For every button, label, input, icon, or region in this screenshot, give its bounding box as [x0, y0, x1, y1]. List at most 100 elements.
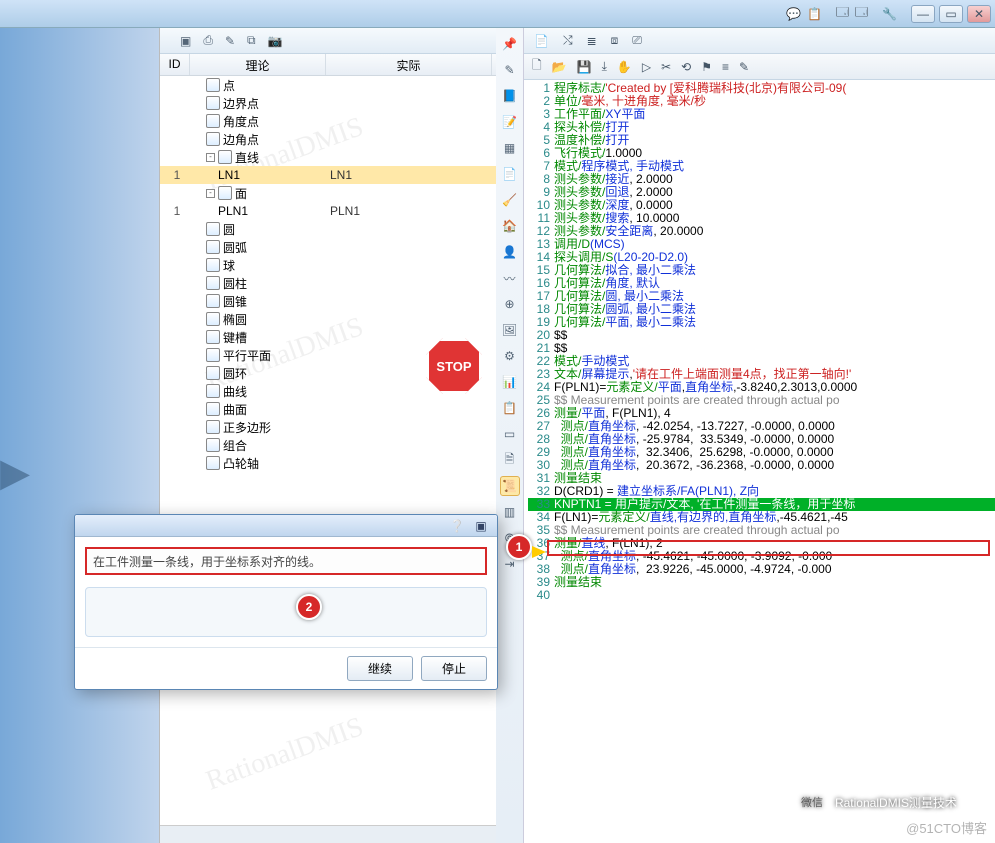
tool-icon[interactable]: ⧉ [247, 33, 256, 48]
run-icon[interactable]: ▷ [642, 60, 651, 74]
code-line[interactable]: 39测量结束 [528, 576, 995, 589]
apt-icon [206, 114, 220, 128]
tree-row[interactable]: -直线 [160, 148, 496, 166]
tree-row[interactable]: 正多边形 [160, 418, 496, 436]
tool-icon[interactable]: 📋 [807, 7, 822, 21]
dialog-titlebar[interactable]: ❔ ▣ [75, 515, 497, 537]
tool-icon[interactable]: 🖼 [500, 320, 520, 340]
tool-icon[interactable]: ⎙ [203, 33, 213, 48]
feature-tree-pane: ▣ ⎙ ✎ ⧉ 📷 ID 理论 实际 点边界点角度点边角点-直线1LN1LN1-… [160, 28, 496, 843]
ci-icon [206, 222, 220, 236]
tree-row[interactable]: 组合 [160, 436, 496, 454]
tree-row[interactable]: 椭圆 [160, 310, 496, 328]
tool-icon[interactable]: 👤 [500, 242, 520, 262]
tree-toolbar: ▣ ⎙ ✎ ⧉ 📷 [160, 28, 496, 54]
new-icon[interactable]: 🗋 [532, 56, 542, 77]
tool-icon[interactable]: ▥ [500, 502, 520, 522]
annotation-arrow [532, 546, 546, 558]
code-line[interactable]: 20$$ [528, 329, 995, 342]
code-editor[interactable]: 1程序标志/'Created by [爱科腾瑞科技(北京)有限公司-09(2单位… [524, 80, 995, 843]
to-icon [206, 366, 220, 380]
code-line[interactable]: 19几何算法/平面, 最小二乘法 [528, 316, 995, 329]
tree-row[interactable]: 1PLN1PLN1 [160, 202, 496, 220]
open-icon[interactable]: 📂 [552, 60, 567, 74]
tree-row[interactable]: 圆柱 [160, 274, 496, 292]
flag-icon[interactable]: ⚑ [701, 60, 712, 74]
tree-row[interactable]: 圆 [160, 220, 496, 238]
tool-icon[interactable]: ⊕ [500, 294, 520, 314]
minimize-button[interactable]: — [911, 5, 935, 23]
maximize-button[interactable]: ▭ [939, 5, 963, 23]
pin-icon[interactable]: 📌 [500, 34, 520, 54]
title-bar: 💬 📋 🗔 🗔 🔧 — ▭ ✕ [0, 0, 995, 28]
ca-icon [206, 456, 220, 470]
tool-icon[interactable]: 🗎 [500, 450, 520, 470]
tool-icon[interactable]: 📝 [500, 112, 520, 132]
co-icon [206, 294, 220, 308]
tool-icon[interactable]: 📊 [500, 372, 520, 392]
edit-icon[interactable]: ✎ [739, 60, 749, 74]
cut-icon[interactable]: ✂ [661, 60, 671, 74]
tree-row[interactable]: 点 [160, 76, 496, 94]
col-actual[interactable]: 实际 [326, 54, 492, 75]
scrollbar[interactable] [160, 825, 496, 843]
tool-icon[interactable]: 🗔 [836, 3, 849, 24]
cv-icon [206, 384, 220, 398]
tool-icon[interactable]: 💬 [786, 7, 801, 21]
dialog-input-area[interactable] [85, 587, 487, 637]
cube-icon[interactable]: ▣ [180, 34, 191, 48]
tool-icon[interactable]: 📘 [500, 86, 520, 106]
sp-icon [206, 258, 220, 272]
stop-button[interactable]: 停止 [421, 656, 487, 681]
feature-tree[interactable]: 点边界点角度点边角点-直线1LN1LN1-面1PLN1PLN1圆圆弧球圆柱圆锥椭… [160, 76, 496, 825]
tool-icon[interactable]: ▭ [500, 424, 520, 444]
help-icon[interactable]: ❔ [445, 519, 469, 533]
wechat-icon: 微信 [795, 785, 829, 819]
tool-icon[interactable]: 📜 [500, 476, 520, 496]
tree-row[interactable]: 边角点 [160, 130, 496, 148]
close-icon[interactable]: ▣ [469, 519, 493, 533]
list-icon[interactable]: ≡ [722, 60, 729, 74]
vertical-toolbar: 📌 ✎ 📘 📝 ▦ 📄 🧹 🏠 👤 〰 ⊕ 🖼 ⚙ 📊 📋 ▭ 🗎 📜 ▥ ⦾ … [496, 28, 524, 843]
tool-icon[interactable]: 🔧 [882, 7, 897, 21]
close-button[interactable]: ✕ [967, 5, 991, 23]
tree-row[interactable]: 1LN1LN1 [160, 166, 496, 184]
tree-row[interactable]: -面 [160, 184, 496, 202]
cpt-icon [206, 132, 220, 146]
tool-icon[interactable]: ⎚ [632, 33, 642, 48]
tool-icon[interactable]: ⧈ [611, 33, 619, 48]
tool-icon[interactable]: ✎ [500, 60, 520, 80]
code-line[interactable]: 40 [528, 589, 995, 602]
export-icon[interactable]: ⤓ [602, 59, 607, 74]
tool-icon[interactable]: ✎ [225, 34, 235, 48]
annotation-highlight [547, 540, 990, 556]
stop-icon[interactable]: ✋ [617, 60, 632, 74]
tree-row[interactable]: 凸轮轴 [160, 454, 496, 472]
save-icon[interactable]: 💾 [577, 60, 592, 74]
tool-icon[interactable]: 〰 [500, 268, 520, 288]
tool-icon[interactable]: 🏠 [500, 216, 520, 236]
tool-icon[interactable]: 📄 [500, 164, 520, 184]
replace-icon[interactable]: ⟲ [681, 60, 691, 74]
stop-button[interactable]: STOP [426, 338, 482, 394]
axis-icon[interactable]: ⤭ [563, 33, 573, 48]
tree-row[interactable]: 角度点 [160, 112, 496, 130]
tree-row[interactable]: 曲面 [160, 400, 496, 418]
tool-icon[interactable]: ▦ [500, 138, 520, 158]
tool-icon[interactable]: ≣ [587, 34, 597, 48]
tree-row[interactable]: 边界点 [160, 94, 496, 112]
tool-icon[interactable]: 🗔 [855, 3, 868, 24]
tool-icon[interactable]: ⚙ [500, 346, 520, 366]
continue-button[interactable]: 继续 [347, 656, 413, 681]
col-name[interactable]: 理论 [190, 54, 326, 75]
tool-icon[interactable]: 📷 [268, 34, 283, 48]
tool-icon[interactable]: 📋 [500, 398, 520, 418]
tab-icon[interactable]: 📄 [534, 34, 549, 48]
tool-icon[interactable]: 🧹 [500, 190, 520, 210]
tree-row[interactable]: 圆弧 [160, 238, 496, 256]
tree-row[interactable]: 圆锥 [160, 292, 496, 310]
cy-icon [206, 276, 220, 290]
col-id[interactable]: ID [160, 54, 190, 75]
ept-icon [206, 96, 220, 110]
tree-row[interactable]: 球 [160, 256, 496, 274]
